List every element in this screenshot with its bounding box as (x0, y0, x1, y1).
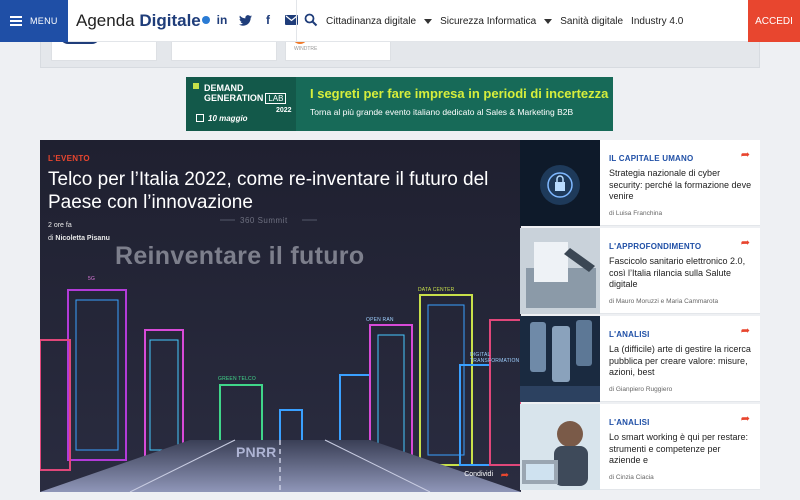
hero-kicker: L'EVENTO (48, 154, 90, 163)
header-divider (296, 0, 297, 42)
article-title[interactable]: Fascicolo sanitario elettronico 2.0, cos… (609, 256, 754, 291)
image-label: GREEN TELCO (218, 376, 256, 382)
linkedin-icon[interactable]: in (215, 13, 229, 27)
search-icon[interactable] (304, 13, 318, 27)
article-thumbnail[interactable] (520, 404, 600, 490)
article-category[interactable]: L'ANALISI (609, 418, 650, 427)
article-thumbnail[interactable] (520, 316, 600, 402)
brand-mark-icon (193, 83, 199, 89)
article-card[interactable]: L'ANALISI ➦ La (difficile) arte di gesti… (520, 316, 760, 402)
chevron-down-icon[interactable] (424, 18, 433, 24)
image-label: OPEN RAN (366, 317, 394, 323)
article-thumbnail[interactable] (520, 228, 600, 314)
logo-text-digitale: Digitale (139, 11, 201, 30)
share-icon[interactable]: ➦ (501, 470, 509, 481)
article-title[interactable]: La (difficile) arte di gestire la ricerc… (609, 344, 754, 379)
social-links: in f (215, 13, 298, 27)
article-card[interactable]: L'APPROFONDIMENTO ➦ Fascicolo sanitario … (520, 228, 760, 314)
nav-item-sanita-digitale[interactable]: Sanità digitale (560, 16, 623, 27)
banner-date: 10 maggio (196, 114, 248, 123)
article-title[interactable]: Strategia nazionale di cyber security: p… (609, 168, 754, 203)
logo-text-agenda: Agenda (76, 11, 135, 30)
menu-label: MENU (30, 16, 58, 26)
image-summit-text: 360 Summit (240, 216, 288, 225)
nav-item-sicurezza-informatica[interactable]: Sicurezza Informatica (440, 15, 553, 27)
article-card[interactable]: L'ANALISI ➦ Lo smart working è qui per r… (520, 404, 760, 490)
menu-button[interactable]: MENU (0, 0, 68, 42)
byline-prefix: di (48, 235, 54, 242)
facebook-icon[interactable]: f (261, 13, 275, 27)
hero-author[interactable]: Nicoletta Pisanu (55, 235, 109, 242)
sidebar-articles: IL CAPITALE UMANO ➦ Strategia nazionale … (520, 140, 760, 492)
banner-brand-area: DEMAND GENERATION LAB 2022 10 maggio (186, 77, 296, 131)
image-label: PNRR (236, 444, 277, 460)
image-label: DIGITAL TRANSFORMATION (470, 352, 520, 364)
top-navigation-bar: MENU Agenda Digitale in f Cittadinanza d… (0, 0, 800, 42)
hero-byline: di Nicoletta Pisanu (48, 235, 110, 242)
banner-brand: DEMAND GENERATION LAB 2022 (204, 83, 292, 116)
article-category[interactable]: L'APPROFONDIMENTO (609, 242, 701, 251)
banner-date-text: 10 maggio (208, 114, 248, 123)
article-card[interactable]: IL CAPITALE UMANO ➦ Strategia nazionale … (520, 140, 760, 226)
article-author: di Cinzia Ciacia (609, 474, 654, 481)
partner-brand: WINDTRE (294, 46, 318, 52)
hero-title[interactable]: Telco per l’Italia 2022, come re-inventa… (48, 168, 508, 214)
brand-lab: LAB (265, 93, 287, 104)
site-logo[interactable]: Agenda Digitale (76, 11, 210, 31)
image-headline-text: Reinventare il futuro (115, 242, 365, 270)
main-nav: Cittadinanza digitale Sicurezza Informat… (326, 0, 691, 42)
article-category[interactable]: IL CAPITALE UMANO (609, 154, 693, 163)
banner-headline: I segreti per fare impresa in periodi di… (310, 86, 609, 101)
chevron-down-icon[interactable] (544, 18, 553, 24)
banner-subline: Torna al più grande evento italiano dedi… (310, 107, 574, 117)
globe-icon (201, 16, 210, 24)
promo-banner[interactable]: DEMAND GENERATION LAB 2022 10 maggio I se… (186, 77, 613, 131)
calendar-icon (196, 114, 204, 122)
article-author: di Gianpiero Ruggiero (609, 386, 673, 393)
brand-year: 2022 (276, 107, 292, 114)
nav-label: Industry 4.0 (631, 15, 684, 27)
twitter-icon[interactable] (238, 13, 252, 27)
share-icon[interactable]: ➦ (741, 324, 750, 337)
nav-label: Sanità digitale (560, 15, 624, 27)
nav-label: Cittadinanza digitale (326, 15, 417, 27)
article-title[interactable]: Lo smart working è qui per restare: stru… (609, 432, 754, 467)
article-thumbnail[interactable] (520, 140, 600, 226)
login-button[interactable]: ACCEDI (748, 0, 800, 42)
brand-line2: GENERATION (204, 93, 264, 103)
hero-timestamp: 2 ore fa (48, 222, 72, 229)
share-label[interactable]: Condividi (464, 471, 493, 478)
share-icon[interactable]: ➦ (741, 148, 750, 161)
share-icon[interactable]: ➦ (741, 236, 750, 249)
share-icon[interactable]: ➦ (741, 412, 750, 425)
hero-article[interactable]: 5G GREEN TELCO DATA CENTER OPEN RAN DIGI… (40, 140, 521, 492)
image-label: 5G (88, 276, 96, 282)
hamburger-icon (10, 16, 22, 26)
article-category[interactable]: L'ANALISI (609, 330, 650, 339)
brand-line1: DEMAND (204, 83, 244, 93)
article-author: di Luisa Franchina (609, 210, 663, 217)
image-label: DATA CENTER (418, 287, 455, 293)
nav-item-cittadinanza-digitale[interactable]: Cittadinanza digitale (326, 15, 433, 27)
nav-item-industry-4-0[interactable]: Industry 4.0 (631, 16, 683, 27)
nav-label: Sicurezza Informatica (440, 15, 537, 27)
article-author: di Mauro Moruzzi e Maria Cammarota (609, 298, 719, 305)
